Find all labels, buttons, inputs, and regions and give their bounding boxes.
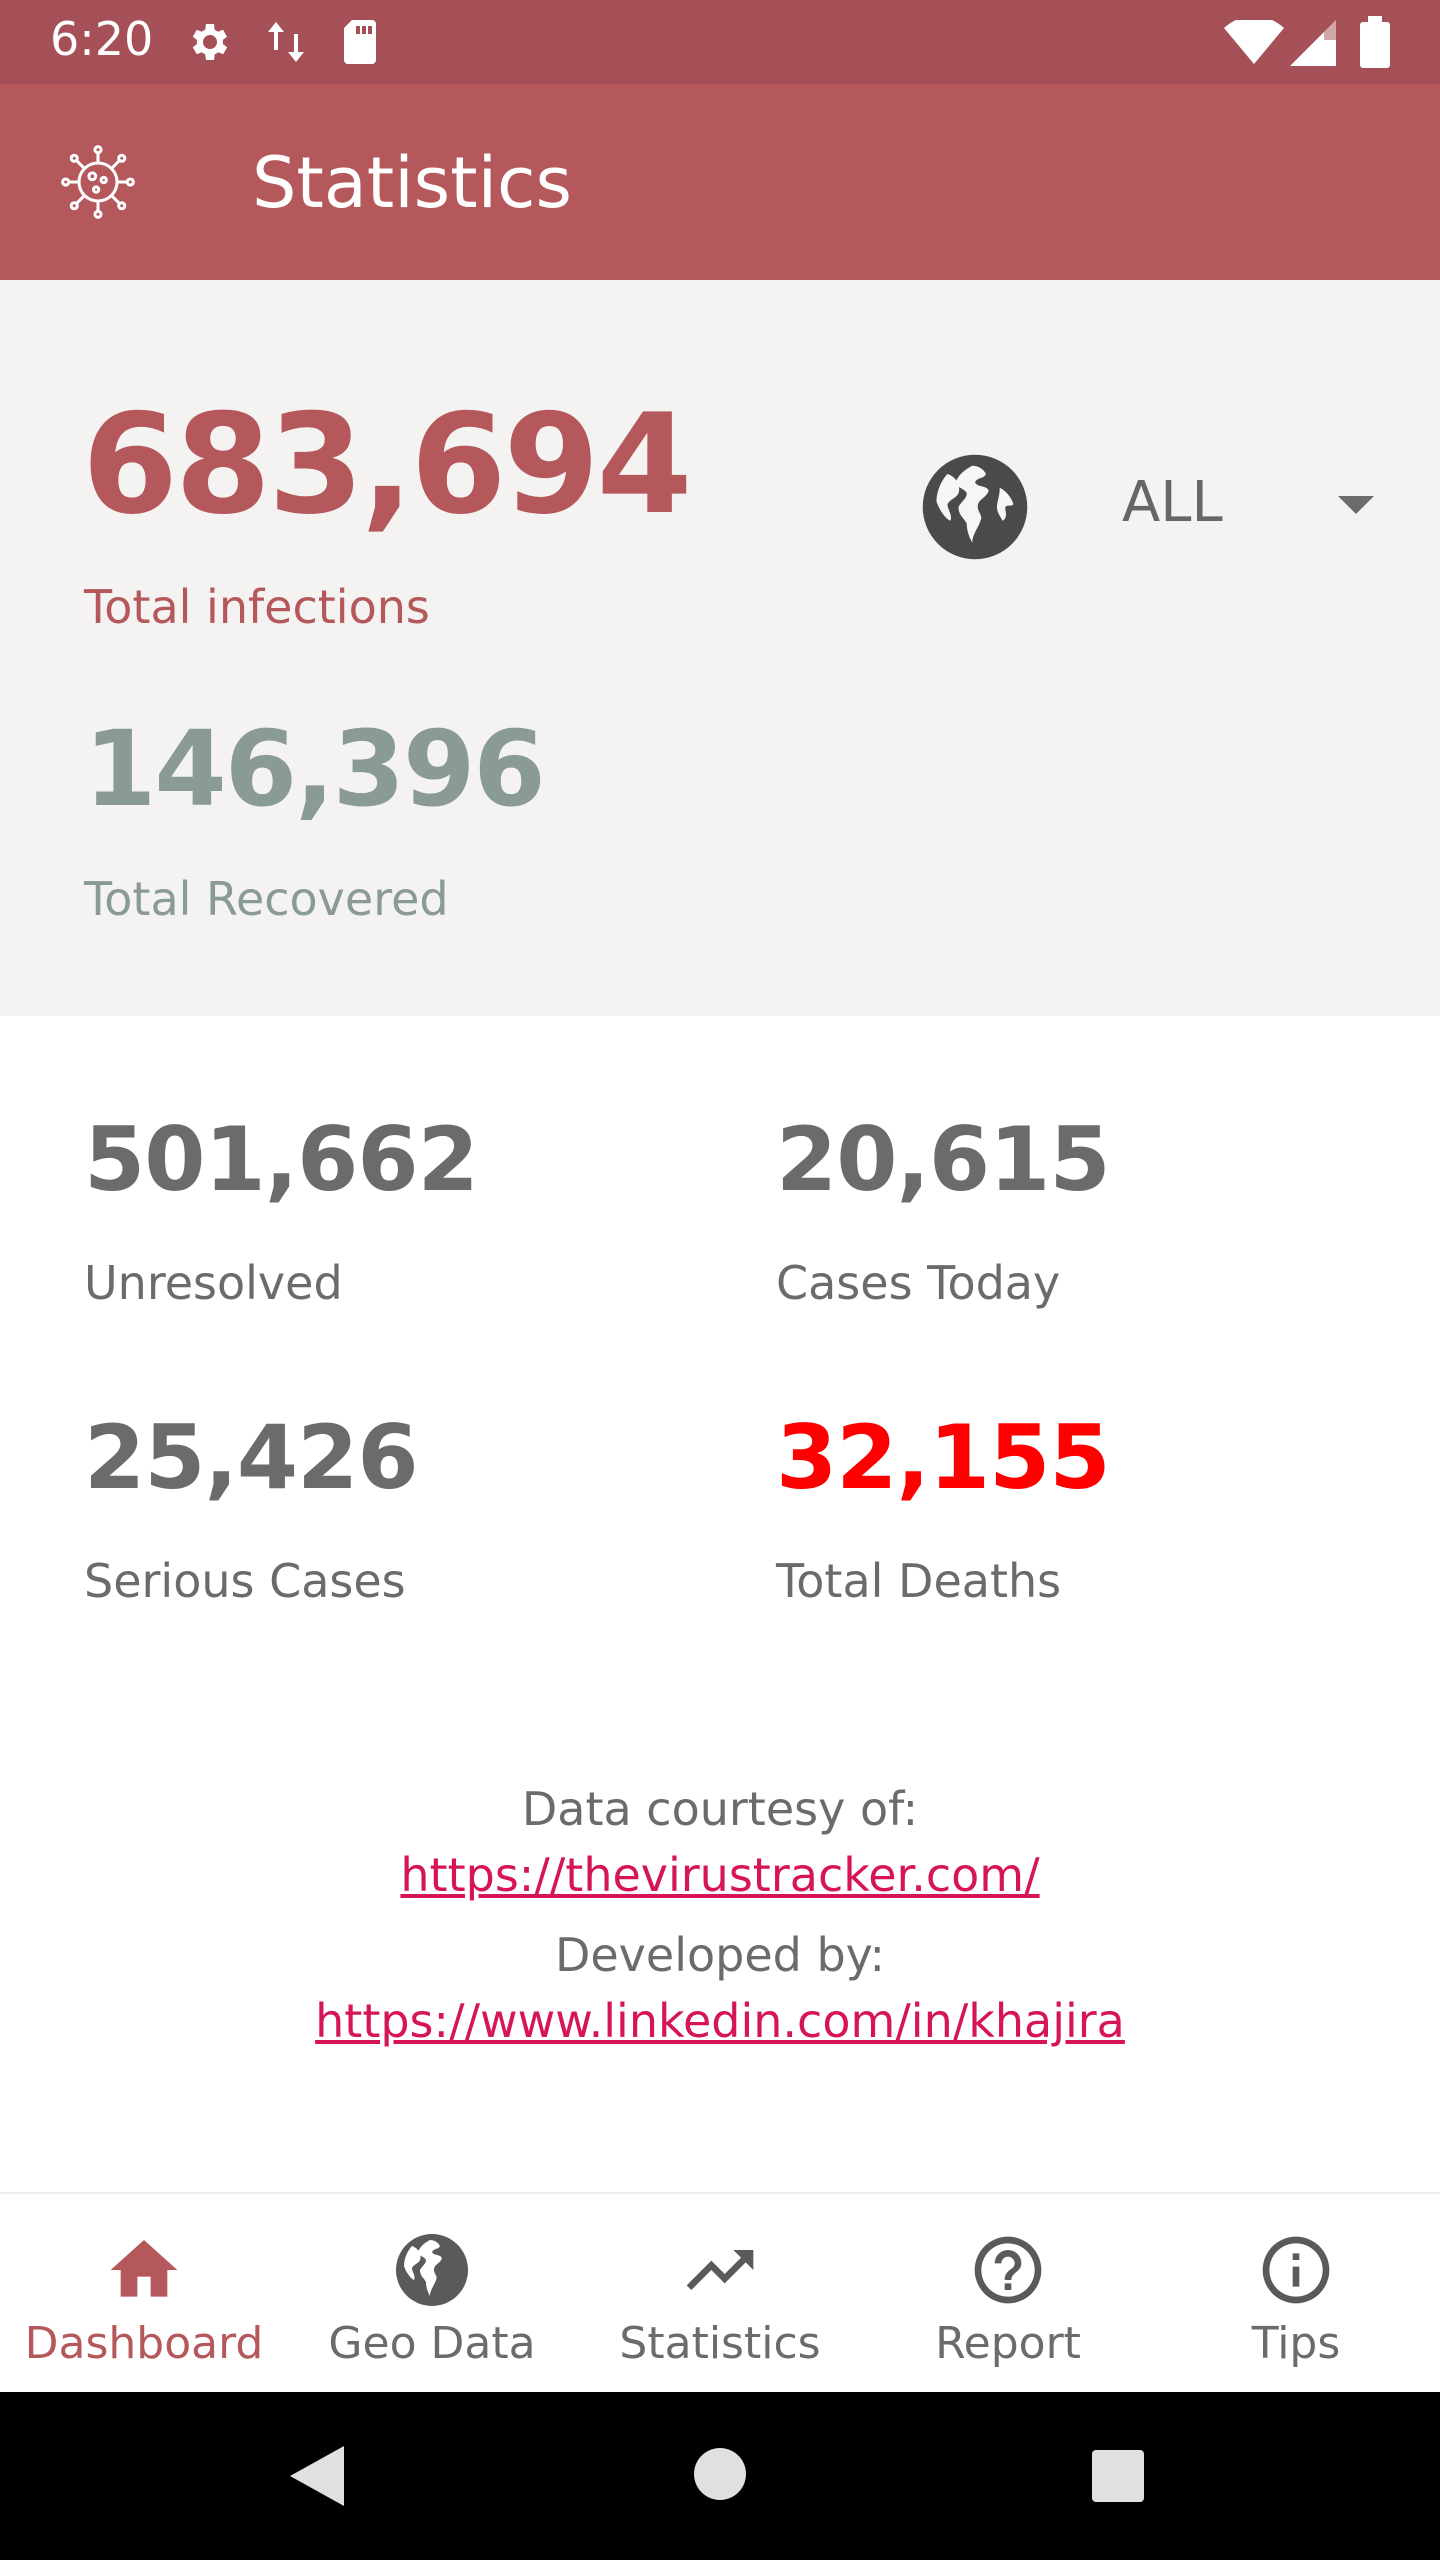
nav-item-report[interactable]: Report (864, 2194, 1152, 2394)
recents-icon[interactable] (1092, 2450, 1144, 2506)
total-recovered-value: 146,396 (84, 708, 546, 830)
region-dropdown-value: ALL (1122, 470, 1223, 535)
total-deaths-value: 32,155 (776, 1406, 1111, 1509)
nav-label-report: Report (935, 2318, 1081, 2369)
caret-down-icon (1336, 494, 1376, 516)
globe-icon (920, 452, 1030, 562)
serious-cases-value: 25,426 (84, 1406, 419, 1509)
nav-item-dashboard[interactable]: Dashboard (0, 2194, 288, 2394)
nav-label-dashboard: Dashboard (24, 2318, 264, 2369)
sd-card-icon (340, 18, 380, 70)
system-nav-bar (0, 2392, 1440, 2560)
status-time: 6:20 (50, 12, 154, 66)
nav-label-tips: Tips (1251, 2318, 1341, 2369)
page-title: Statistics (252, 142, 572, 224)
nav-label-statistics: Statistics (619, 2318, 821, 2369)
wifi-icon (1224, 16, 1284, 68)
nav-item-statistics[interactable]: Statistics (576, 2194, 864, 2394)
summary-panel: 683,694 Total infections 146,396 Total R… (0, 280, 1440, 1016)
serious-cases-label: Serious Cases (84, 1554, 406, 1608)
virus-icon (60, 144, 136, 220)
unresolved-value: 501,662 (84, 1108, 479, 1211)
help-circle-icon (968, 2230, 1048, 2310)
data-courtesy-label: Data courtesy of: (521, 1782, 919, 1836)
nav-item-tips[interactable]: Tips (1152, 2194, 1440, 2394)
info-circle-icon (1256, 2230, 1336, 2310)
globe-icon (392, 2230, 472, 2310)
home-icon (104, 2230, 184, 2310)
total-infections-label: Total infections (84, 580, 430, 634)
total-deaths-label: Total Deaths (776, 1554, 1062, 1608)
nav-item-geo-data[interactable]: Geo Data (288, 2194, 576, 2394)
home-circle-icon[interactable] (694, 2448, 746, 2504)
developed-by-label: Developed by: (554, 1928, 886, 1982)
total-recovered-label: Total Recovered (84, 872, 449, 926)
bottom-nav: Dashboard Geo Data Statistics Report Tip… (0, 2192, 1440, 2392)
developer-link[interactable]: https://www.linkedin.com/in/khajira (0, 1994, 1440, 2048)
signal-icon (1290, 20, 1336, 70)
total-infections-value: 683,694 (82, 384, 693, 545)
screen: 6:20 Statistics 683,694 Total infections… (0, 0, 1440, 2560)
cases-today-label: Cases Today (776, 1256, 1061, 1310)
unresolved-label: Unresolved (84, 1256, 343, 1310)
cases-today-value: 20,615 (776, 1108, 1111, 1211)
status-bar: 6:20 (0, 0, 1440, 84)
battery-icon (1360, 16, 1390, 72)
app-bar: Statistics (0, 84, 1440, 280)
data-transfer-icon (266, 18, 306, 70)
trending-up-icon (680, 2230, 760, 2310)
data-source-link[interactable]: https://thevirustracker.com/ (0, 1848, 1440, 1902)
gear-icon (184, 18, 232, 70)
nav-label-geo-data: Geo Data (328, 2318, 536, 2369)
back-icon[interactable] (290, 2446, 344, 2510)
